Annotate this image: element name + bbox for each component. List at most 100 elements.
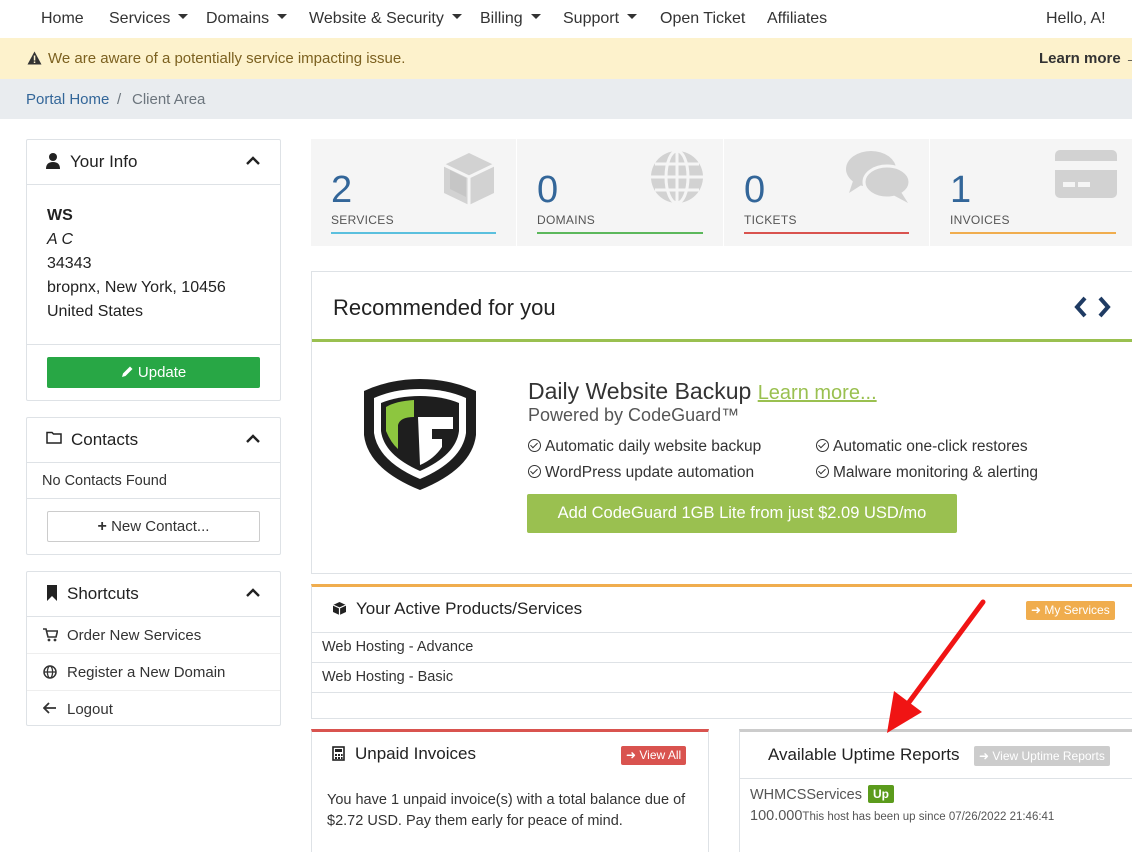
nav-website-security[interactable]: Website & Security: [309, 10, 462, 28]
breadcrumb: Portal Home / Client Area: [0, 79, 1132, 119]
feature-label: WordPress update automation: [545, 464, 755, 481]
nav-affiliates[interactable]: Affiliates: [767, 10, 827, 28]
stat-tile-domains[interactable]: 0 DOMAINS: [517, 139, 723, 246]
info-city-line: bropnx, New York, 10456: [47, 279, 226, 296]
your-info-card: Your Info WS A C 34343 bropnx, New York,…: [26, 139, 281, 401]
product-row[interactable]: Web Hosting - Advance: [312, 633, 1132, 663]
stat-underline: [331, 232, 496, 234]
info-country: United States: [47, 303, 144, 320]
user-icon: [46, 153, 60, 169]
recommended-panel: Recommended for you Daily Website Backup…: [311, 271, 1132, 574]
nav-website-security-label: Website & Security: [309, 10, 444, 27]
chevron-left-icon: [1074, 296, 1087, 318]
caret-down-icon: [530, 14, 541, 20]
caret-down-icon: [451, 14, 462, 20]
view-uptime-reports-button[interactable]: ➜ View Uptime Reports: [974, 746, 1110, 766]
breadcrumb-current: Client Area: [132, 91, 206, 108]
stat-tile-services[interactable]: 2 SERVICES: [311, 139, 516, 246]
uptime-title: Available Uptime Reports: [768, 745, 960, 764]
update-button[interactable]: Update: [47, 357, 260, 388]
uptime-percent: 100.000: [750, 808, 803, 824]
feature-item: Automatic one-click restores: [816, 438, 1028, 456]
recommended-title: Recommended for you: [333, 295, 556, 320]
nav-user-menu[interactable]: Hello, A!: [1046, 10, 1106, 28]
feature-label: Automatic daily website backup: [545, 438, 762, 455]
shortcut-register-domain[interactable]: Register a New Domain: [27, 654, 280, 691]
update-label: Update: [137, 364, 187, 381]
product-name: Web Hosting - Basic: [322, 669, 454, 685]
info-address: 34343: [47, 255, 92, 272]
cube-icon: [332, 602, 347, 615]
nav-open-ticket[interactable]: Open Ticket: [660, 10, 745, 28]
uptime-reports-panel: Available Uptime Reports ➜ View Uptime R…: [739, 729, 1132, 852]
stat-underline: [537, 232, 703, 234]
globe-icon: [43, 665, 57, 679]
caret-down-icon: [627, 14, 638, 20]
chevron-up-icon[interactable]: [246, 156, 260, 165]
nav-services[interactable]: Services: [109, 10, 189, 28]
my-services-button[interactable]: ➜ My Services: [1026, 601, 1115, 620]
arrow-right-icon: ➜: [626, 748, 640, 762]
stat-label: SERVICES: [331, 213, 394, 227]
uptime-service-row: WHMCSServices Up: [750, 785, 895, 804]
feature-item: Malware monitoring & alerting: [816, 464, 1038, 482]
add-codeguard-button[interactable]: Add CodeGuard 1GB Lite from just $2.09 U…: [527, 494, 957, 533]
shortcut-label: Order New Services: [67, 627, 202, 644]
chevron-up-icon[interactable]: [246, 434, 260, 443]
view-all-label: View All: [639, 748, 682, 762]
stat-count: 1: [950, 169, 972, 211]
codeguard-logo: [364, 379, 476, 490]
caret-down-icon: [277, 14, 288, 20]
divider: [27, 344, 280, 345]
stat-label: DOMAINS: [537, 213, 596, 227]
nav-billing-label: Billing: [480, 10, 523, 27]
credit-card-icon: [1055, 150, 1117, 198]
nav-home[interactable]: Home: [41, 10, 84, 28]
check-circle-icon: [816, 465, 829, 478]
arrow-left-icon: [43, 702, 56, 714]
stat-tile-tickets[interactable]: 0 TICKETS: [724, 139, 929, 246]
feature-item: Automatic daily website backup: [528, 438, 761, 456]
status-badge: Up: [868, 785, 895, 803]
new-contact-button[interactable]: + New Contact...: [47, 511, 260, 542]
alert-learn-more-link[interactable]: Learn more →: [1039, 50, 1132, 67]
cube-icon: [443, 153, 495, 205]
shortcut-label: Register a New Domain: [67, 664, 226, 681]
stat-count: 0: [744, 169, 766, 211]
active-products-header: Your Active Products/Services ➜ My Servi…: [312, 587, 1132, 633]
nav-support[interactable]: Support: [563, 10, 638, 28]
info-name: A C: [47, 231, 74, 248]
feature-label: Malware monitoring & alerting: [833, 464, 1039, 481]
chevron-up-icon[interactable]: [246, 588, 260, 597]
product-powered-by: Powered by CodeGuard™: [528, 405, 740, 425]
shortcut-order-new-services[interactable]: Order New Services: [27, 617, 280, 654]
nav-billing[interactable]: Billing: [480, 10, 541, 28]
check-circle-icon: [816, 439, 829, 452]
globe-icon: [651, 149, 703, 205]
unpaid-invoices-panel: Unpaid Invoices ➜ View All You have 1 un…: [311, 729, 709, 852]
nav-domains[interactable]: Domains: [206, 10, 288, 28]
contacts-header[interactable]: Contacts: [27, 418, 280, 463]
breadcrumb-portal-home[interactable]: Portal Home: [26, 91, 109, 108]
shortcut-logout[interactable]: Logout: [27, 691, 280, 728]
stat-tile-invoices[interactable]: 1 INVOICES: [930, 139, 1132, 246]
view-uptime-label: View Uptime Reports: [992, 749, 1105, 763]
stat-underline: [744, 232, 909, 234]
service-alert-banner: We are aware of a potentially service im…: [0, 38, 1132, 79]
new-contact-label: New Contact...: [111, 518, 210, 535]
shortcuts-card: Shortcuts Order New Services Register a …: [26, 571, 281, 726]
product-learn-more-link[interactable]: Learn more...: [758, 382, 877, 404]
view-all-invoices-button[interactable]: ➜ View All: [621, 746, 687, 765]
uptime-percent-row: 100.000This host has been up since 07/26…: [750, 808, 1054, 824]
product-title: Daily Website Backup: [528, 378, 752, 404]
carousel-arrows[interactable]: [1074, 296, 1126, 318]
comments-icon: [846, 151, 911, 203]
no-contacts-text: No Contacts Found: [42, 473, 167, 489]
arrow-right-icon: ➜: [1031, 603, 1045, 617]
chevron-right-icon: [1098, 296, 1111, 318]
your-info-header[interactable]: Your Info: [27, 140, 280, 185]
shortcuts-header[interactable]: Shortcuts: [27, 572, 280, 617]
product-row[interactable]: Web Hosting - Basic: [312, 663, 1132, 693]
nav-support-label: Support: [563, 10, 620, 27]
divider: [27, 498, 280, 499]
